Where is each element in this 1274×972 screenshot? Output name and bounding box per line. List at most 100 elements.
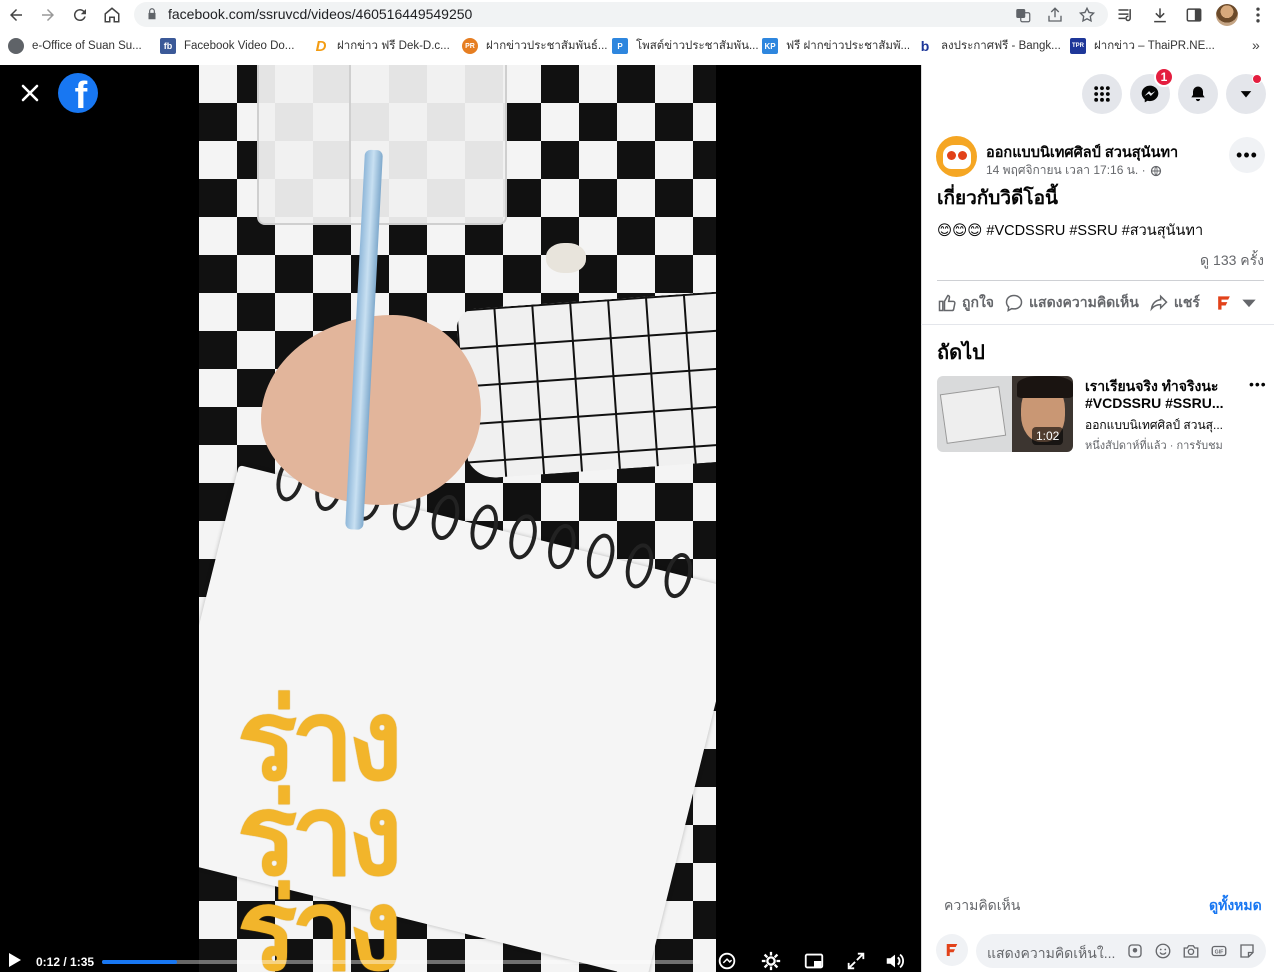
globe-icon	[8, 38, 24, 54]
bookmark-label: ฟรี ฝากข่าวประชาสัมพั...	[786, 40, 911, 52]
bookmark-item[interactable]: fb Facebook Video Do...	[160, 37, 294, 55]
bookmark-item[interactable]: PR ฝากข่าวประชาสัมพันธ์...	[462, 37, 608, 55]
progress-fill	[102, 960, 178, 964]
page-flag-icon	[946, 944, 958, 956]
browser-toolbar: facebook.com/ssruvcd/videos/460516449549…	[0, 0, 1274, 30]
comment-input[interactable]: แสดงความคิดเห็นใ... GIF	[976, 934, 1266, 968]
media-control-icon[interactable]	[1116, 5, 1136, 25]
back-button[interactable]	[4, 3, 28, 27]
globe-icon	[1150, 165, 1161, 176]
video-player[interactable]: f ร่าง ร่าง ร่าง 0:12 / 1:35	[0, 65, 921, 972]
page-flag-icon	[1218, 296, 1230, 310]
lock-icon	[148, 8, 156, 20]
camera-icon[interactable]	[1182, 942, 1200, 960]
home-button[interactable]	[100, 3, 124, 27]
spiral-ring	[660, 550, 697, 602]
sticker-icon[interactable]	[1238, 942, 1256, 960]
play-icon[interactable]	[9, 953, 21, 967]
messenger-icon	[1141, 85, 1159, 103]
spiral-ring	[543, 521, 581, 572]
bookmarks-bar: e-Office of Suan Su... fb Facebook Video…	[0, 34, 1274, 58]
next-video-channel[interactable]: ออกแบบนิเทศศิลป์ สวนสุ...	[1085, 416, 1245, 435]
next-video-title-continued[interactable]: #VCDSSRU #SSRU...	[1085, 395, 1223, 411]
view-count: ดู 133 ครั้ง	[1200, 252, 1264, 268]
download-icon[interactable]	[1150, 5, 1170, 25]
reload-button[interactable]	[68, 3, 92, 27]
gif-icon[interactable]: GIF	[1210, 942, 1228, 960]
comment-label: แสดงความคิดเห็น	[1029, 294, 1139, 310]
close-icon[interactable]	[18, 81, 42, 105]
post-date[interactable]: 14 พฤศจิกายน เวลา 17:16 น. ·	[986, 161, 1162, 180]
facebook-f-icon: f	[74, 75, 88, 113]
side-panel-icon[interactable]	[1184, 5, 1204, 25]
emoji-icon[interactable]	[1154, 942, 1172, 960]
caret-down-icon	[1242, 299, 1256, 308]
bookmark-item[interactable]: P โพสต์ข่าวประชาสัมพัน...	[612, 37, 759, 55]
b-icon: b	[920, 38, 930, 54]
next-video-more-button[interactable]: •••	[1249, 376, 1267, 392]
dekd-icon: D	[315, 37, 327, 55]
bookmark-item[interactable]: D ฝากข่าว ฟรี Dek-D.c...	[313, 37, 450, 55]
facebook-logo[interactable]: f	[58, 73, 98, 113]
video-frame[interactable]: ร่าง ร่าง ร่าง	[199, 65, 716, 972]
bookmark-label: ฝากข่าว – ThaiPR.NE...	[1094, 40, 1215, 52]
avatar-sticker-icon[interactable]	[1126, 942, 1144, 960]
address-bar[interactable]: facebook.com/ssruvcd/videos/460516449549…	[134, 2, 1108, 27]
like-button[interactable]: ถูกใจ	[937, 292, 994, 314]
share-label: แชร์	[1173, 294, 1200, 310]
reload-icon	[73, 9, 86, 22]
more-dots-icon: •••	[1249, 376, 1267, 392]
share-button[interactable]: แชร์	[1149, 292, 1200, 314]
spiral-ring	[582, 530, 619, 582]
settings-gear-icon[interactable]	[760, 950, 782, 972]
mini-player-icon[interactable]	[803, 950, 825, 972]
bookmark-label: Facebook Video Do...	[184, 40, 295, 52]
forward-button[interactable]	[36, 3, 60, 27]
arrow-left-icon	[10, 9, 22, 21]
react-as-page-button[interactable]	[1214, 293, 1259, 313]
notifications-button[interactable]	[1178, 74, 1218, 114]
spiral-ring	[466, 501, 503, 553]
pr-icon: PR	[462, 38, 478, 54]
owl-logo-icon	[942, 144, 971, 169]
url-text[interactable]: facebook.com/ssruvcd/videos/460516449549…	[168, 6, 472, 22]
share-icon[interactable]	[1046, 6, 1064, 24]
bookmark-item[interactable]: KP ฟรี ฝากข่าวประชาสัมพั...	[762, 37, 910, 55]
bell-icon	[1191, 86, 1205, 102]
next-video-meta: หนึ่งสัปดาห์ที่แล้ว · การรับชม	[1085, 440, 1223, 452]
fb-text-icon: fb	[160, 38, 176, 54]
post-more-button[interactable]: •••	[1229, 137, 1265, 173]
bookmark-star-icon[interactable]	[1078, 6, 1096, 24]
thaipr-icon: TPR	[1070, 38, 1086, 54]
post-icon: P	[612, 38, 628, 54]
fullscreen-icon[interactable]	[845, 950, 867, 972]
thumbnail-sketch-image	[939, 386, 1007, 444]
messenger-badge: 1	[1154, 67, 1174, 87]
bookmark-label: ฝากข่าว ฟรี Dek-D.c...	[337, 40, 450, 52]
translate-icon[interactable]	[1014, 6, 1032, 24]
volume-icon[interactable]	[884, 950, 906, 972]
menu-grid-button[interactable]	[1082, 74, 1122, 114]
spiral-ring	[621, 540, 658, 592]
profile-avatar[interactable]	[1216, 4, 1238, 26]
bookmark-item[interactable]: b ลงประกาศฟรี - Bangk...	[917, 37, 1061, 55]
thumbs-up-icon	[938, 294, 956, 312]
svg-text:GIF: GIF	[1215, 950, 1225, 956]
comment-bubble-icon[interactable]	[716, 950, 738, 972]
bookmark-item[interactable]: TPR ฝากข่าว – ThaiPR.NE...	[1070, 37, 1215, 55]
commenter-avatar[interactable]	[936, 934, 968, 966]
kebab-menu-icon[interactable]	[1248, 5, 1268, 25]
page-avatar[interactable]	[936, 136, 977, 177]
bookmark-item[interactable]: e-Office of Suan Su...	[8, 37, 142, 55]
storage-tray-image	[257, 65, 507, 225]
spiral-ring	[504, 511, 542, 563]
arrow-right-icon	[42, 9, 54, 21]
divider	[921, 324, 1274, 325]
progress-bar[interactable]	[102, 960, 700, 964]
bookmark-label: e-Office of Suan Su...	[32, 40, 142, 52]
bookmarks-overflow-button[interactable]: »	[1252, 37, 1260, 53]
next-video-duration: 1:02	[1032, 427, 1064, 445]
spiral-ring	[427, 492, 464, 543]
comment-button[interactable]: แสดงความคิดเห็น	[1004, 292, 1139, 314]
see-all-comments-link[interactable]: ดูทั้งหมด	[1209, 895, 1262, 917]
